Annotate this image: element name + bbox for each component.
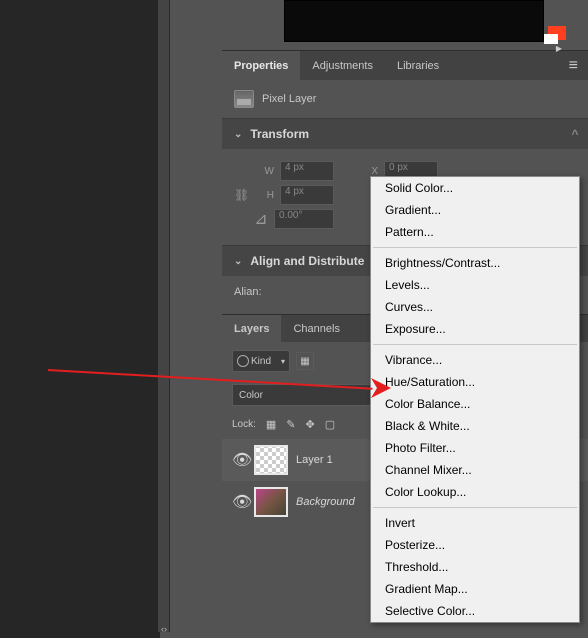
- layer-thumbnail[interactable]: [254, 445, 288, 475]
- lock-paint-icon[interactable]: ✎: [286, 418, 295, 431]
- menu-item-levels[interactable]: Levels...: [371, 274, 579, 296]
- menu-item-color-lookup[interactable]: Color Lookup...: [371, 481, 579, 503]
- lock-label: Lock:: [232, 419, 256, 430]
- lock-transparency-icon[interactable]: ▦: [266, 418, 276, 431]
- menu-item-black-white[interactable]: Black & White...: [371, 415, 579, 437]
- layer-type-section: Pixel Layer: [222, 80, 588, 118]
- menu-item-vibrance[interactable]: Vibrance...: [371, 349, 579, 371]
- width-label: W: [254, 166, 274, 177]
- tab-libraries[interactable]: Libraries: [385, 51, 451, 80]
- menu-item-hue-saturation[interactable]: Hue/Saturation...: [371, 371, 579, 393]
- menu-item-pattern[interactable]: Pattern...: [371, 221, 579, 243]
- tab-properties[interactable]: Properties: [222, 51, 300, 80]
- document-thumbnail: [284, 0, 544, 42]
- angle-input[interactable]: 0.00°: [274, 209, 334, 229]
- transform-title: Transform: [250, 127, 309, 141]
- layer-name[interactable]: Layer 1: [296, 454, 333, 466]
- section-scroll-icon: ^: [568, 127, 582, 141]
- lock-position-icon[interactable]: ✥: [306, 418, 315, 431]
- menu-item-curves[interactable]: Curves...: [371, 296, 579, 318]
- layer-type-label: Pixel Layer: [262, 93, 316, 105]
- panel-rail-gap: [170, 0, 188, 632]
- annotation-arrow-head: [371, 378, 393, 400]
- navigator-play-icon[interactable]: ▶: [556, 44, 562, 53]
- pixel-layer-icon: [234, 90, 254, 108]
- filter-pixel-icon[interactable]: ▦: [296, 352, 314, 370]
- filter-kind-select[interactable]: Kind: [232, 350, 290, 372]
- panel-rail: [158, 0, 170, 632]
- properties-tab-bar: Properties Adjustments Libraries ≡: [222, 50, 588, 80]
- chevron-down-icon: ⌄: [234, 256, 242, 267]
- panel-menu-icon[interactable]: ≡: [559, 51, 588, 80]
- chevron-down-icon: ⌄: [234, 129, 242, 140]
- angle-icon: ⊿: [254, 209, 268, 229]
- lock-artboard-icon[interactable]: ▢: [325, 418, 335, 431]
- menu-separator: [373, 247, 577, 248]
- menu-item-channel-mixer[interactable]: Channel Mixer...: [371, 459, 579, 481]
- menu-item-gradient-map[interactable]: Gradient Map...: [371, 578, 579, 600]
- tab-adjustments[interactable]: Adjustments: [300, 51, 385, 80]
- menu-item-color-balance[interactable]: Color Balance...: [371, 393, 579, 415]
- canvas-dark-area: [0, 0, 160, 638]
- menu-item-gradient[interactable]: Gradient...: [371, 199, 579, 221]
- width-input[interactable]: 4 px: [280, 161, 334, 181]
- background-color-swatch[interactable]: [544, 34, 558, 44]
- tab-channels[interactable]: Channels: [281, 315, 351, 342]
- menu-separator: [373, 507, 577, 508]
- x-label: X: [358, 166, 378, 177]
- collapse-chevron-icon[interactable]: ‹›: [158, 624, 170, 634]
- height-label: H: [254, 190, 274, 201]
- link-icon[interactable]: ⛓: [234, 188, 248, 202]
- tab-layers[interactable]: Layers: [222, 315, 281, 342]
- visibility-eye-icon[interactable]: 👁: [232, 450, 246, 470]
- adjustment-context-menu: Solid Color...Gradient...Pattern... Brigh…: [370, 176, 580, 623]
- menu-item-brightness-contrast[interactable]: Brightness/Contrast...: [371, 252, 579, 274]
- menu-separator: [373, 344, 577, 345]
- menu-item-photo-filter[interactable]: Photo Filter...: [371, 437, 579, 459]
- layer-thumbnail[interactable]: [254, 487, 288, 517]
- transform-header[interactable]: ⌄ Transform ^: [222, 118, 588, 149]
- menu-item-solid-color[interactable]: Solid Color...: [371, 177, 579, 199]
- height-input[interactable]: 4 px: [280, 185, 334, 205]
- layer-name[interactable]: Background: [296, 496, 355, 508]
- document-preview-area: ▶: [222, 0, 588, 50]
- align-label: Alian:: [234, 286, 262, 298]
- align-title: Align and Distribute: [250, 254, 364, 268]
- menu-item-selective-color[interactable]: Selective Color...: [371, 600, 579, 622]
- menu-item-posterize[interactable]: Posterize...: [371, 534, 579, 556]
- visibility-eye-icon[interactable]: 👁: [232, 492, 246, 512]
- menu-item-invert[interactable]: Invert: [371, 512, 579, 534]
- menu-item-exposure[interactable]: Exposure...: [371, 318, 579, 340]
- menu-item-threshold[interactable]: Threshold...: [371, 556, 579, 578]
